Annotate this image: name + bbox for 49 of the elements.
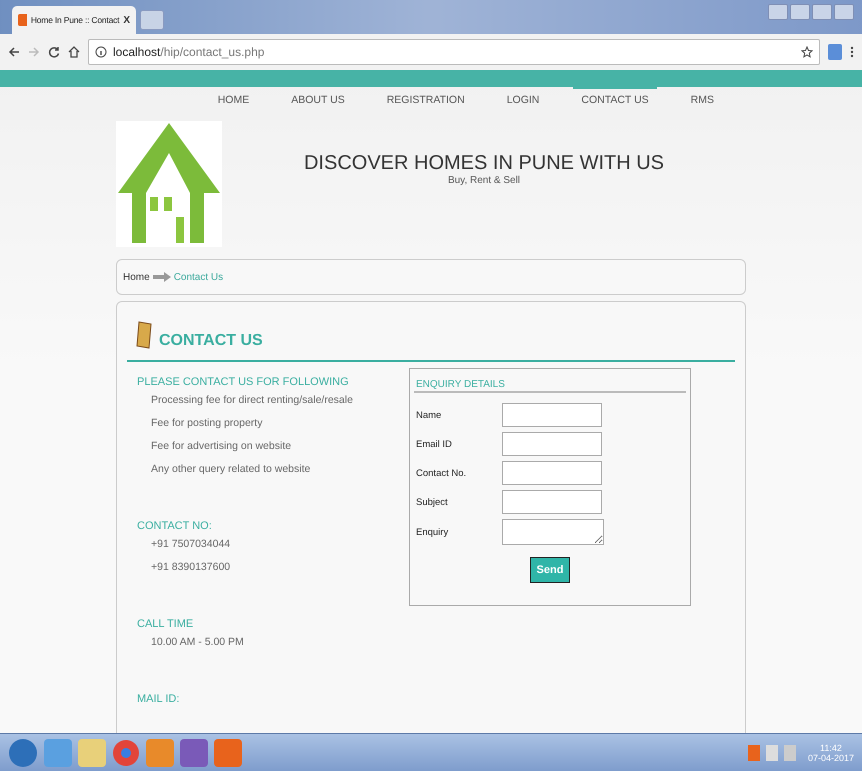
enquiry-field[interactable] [502, 519, 604, 545]
nav-link[interactable]: ABOUT US [283, 87, 353, 109]
nav-link[interactable]: CONTACT US [573, 87, 657, 109]
section-heading: PLEASE CONTACT US FOR FOLLOWING [137, 376, 350, 388]
nav-link[interactable]: LOGIN [498, 87, 548, 109]
input-field[interactable] [502, 461, 602, 485]
section-item: Any other query related to website [150, 463, 312, 475]
field-label: Email ID [415, 438, 453, 450]
field-label: Enquiry [415, 526, 450, 538]
info-icon [95, 46, 107, 58]
section-heading: CONTACT NO: [137, 520, 213, 532]
section-heading: MAIL ID: [137, 693, 180, 705]
field-label: Name [415, 410, 442, 420]
section-heading: CALL TIME [137, 618, 194, 630]
nav-link[interactable]: REGISTRATION [378, 87, 473, 109]
field-label: Contact No. [415, 468, 468, 478]
site-tagline: Buy, Rent & Sell [448, 175, 520, 186]
section-item: Processing fee for direct renting/sale/resale [150, 394, 353, 406]
back-icon[interactable] [8, 46, 20, 58]
input-field[interactable] [502, 490, 602, 514]
section-item: +91 8390137600 [150, 561, 232, 573]
tab-close[interactable]: X [123, 14, 130, 26]
browser-tab[interactable]: Home In Pune :: Contact X [12, 6, 136, 34]
section-item: Fee for posting property [150, 417, 264, 429]
new-tab-button[interactable] [140, 10, 164, 30]
address-bar[interactable]: localhost/hip/contact_us.php [88, 39, 820, 65]
form-title: ENQUIRY DETAILS [414, 379, 686, 393]
page-title: CONTACT US [159, 332, 263, 350]
section-item: 10.00 AM - 5.00 PM [150, 636, 245, 648]
section-item: Fee for advertising on website [150, 440, 292, 452]
home-icon[interactable] [68, 46, 80, 58]
url-text: localhost/hip/contact_us.php [113, 45, 264, 59]
nav-link[interactable]: HOME [210, 87, 258, 109]
breadcrumb-home-link[interactable]: Home [123, 272, 150, 282]
clock-date: 07-04-2017 [808, 752, 854, 762]
star-icon[interactable] [801, 46, 813, 58]
field-label: Subject [415, 496, 449, 508]
input-field[interactable] [502, 432, 602, 456]
section-item: +91 7507034044 [150, 538, 232, 550]
nav-link[interactable]: RMS [682, 87, 722, 109]
menu-icon[interactable] [850, 46, 854, 58]
input-field[interactable] [502, 403, 602, 427]
forward-icon[interactable] [28, 46, 40, 58]
book-icon [135, 320, 153, 350]
tab-title: Home In Pune :: Contact [30, 15, 120, 25]
site-title: DISCOVER HOMES IN PUNE WITH US [304, 152, 664, 175]
clock-time: 11:42 [820, 742, 842, 752]
reload-icon[interactable] [48, 46, 60, 58]
arrow-icon [152, 272, 171, 282]
